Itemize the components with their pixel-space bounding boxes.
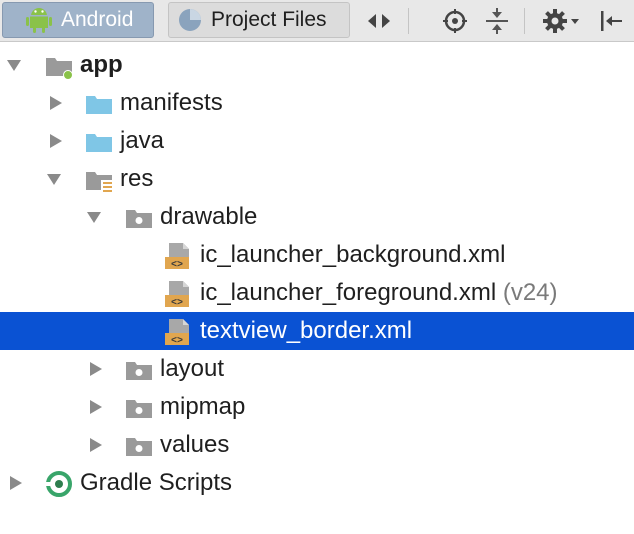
gradle-icon (46, 471, 72, 497)
hide-panel-icon (601, 11, 622, 31)
xml-file-icon: <> (165, 243, 189, 270)
project-files-tab-label: Project Files (211, 8, 327, 31)
collapsed-arrow-icon[interactable] (88, 437, 104, 453)
toolbar-separator (408, 8, 409, 34)
settings-button[interactable] (540, 6, 584, 36)
tree-label-gradle-scripts: Gradle Scripts (80, 469, 233, 496)
tree-label-java: java (120, 127, 165, 154)
xml-file-icon: <> (165, 319, 189, 346)
tree-item-ic-launcher-foreground[interactable]: <> ic_launcher_foreground.xml (v24) (0, 274, 634, 312)
android-view-tab[interactable]: Android (2, 2, 154, 38)
collapsed-arrow-icon[interactable] (8, 475, 24, 491)
tree-item-java[interactable]: java (0, 122, 634, 160)
gear-icon (543, 9, 579, 33)
expanded-arrow-icon[interactable] (46, 171, 62, 187)
target-icon (443, 9, 467, 33)
project-toolbar: Android Project Files (0, 0, 634, 42)
tree-label-drawable: drawable (160, 203, 258, 230)
package-folder-icon (126, 400, 152, 418)
tree-label-ic-launcher-foreground: ic_launcher_foreground.xml (v24) (200, 279, 558, 307)
collapsed-arrow-icon[interactable] (48, 95, 64, 111)
scroll-from-source-button[interactable] (440, 6, 470, 36)
tree-item-manifests[interactable]: manifests (0, 84, 634, 122)
expanded-arrow-icon[interactable] (86, 209, 102, 225)
tree-label-ic-launcher-background: ic_launcher_background.xml (200, 241, 506, 268)
tree-label-manifests: manifests (120, 89, 223, 116)
tree-label-app: app (80, 51, 123, 78)
file-name: ic_launcher_foreground.xml (200, 279, 497, 306)
collapse-all-icon (486, 8, 508, 34)
collapsed-arrow-icon[interactable] (88, 399, 104, 415)
collapse-all-button[interactable] (482, 6, 512, 36)
android-tab-label: Android (61, 8, 134, 31)
svg-text:<>: <> (171, 260, 183, 270)
tree-item-ic-launcher-background[interactable]: <> ic_launcher_background.xml (0, 236, 634, 274)
tree-item-values[interactable]: values (0, 426, 634, 464)
tree-label-res: res (120, 165, 154, 192)
package-folder-icon (126, 362, 152, 380)
module-folder-icon (46, 58, 73, 80)
expanded-arrow-icon[interactable] (6, 57, 22, 73)
resources-folder-icon (86, 172, 113, 193)
left-right-arrows-icon (368, 14, 390, 28)
svg-text:<>: <> (171, 336, 183, 346)
tree-item-layout[interactable]: layout (0, 350, 634, 388)
xml-file-icon: <> (165, 281, 189, 308)
source-folder-icon (86, 96, 112, 114)
source-folder-icon (86, 134, 112, 152)
collapsed-arrow-icon[interactable] (88, 361, 104, 377)
project-files-tab[interactable]: Project Files (168, 2, 350, 38)
tree-item-mipmap[interactable]: mipmap (0, 388, 634, 426)
collapsed-arrow-icon[interactable] (48, 133, 64, 149)
project-files-icon (179, 9, 201, 31)
qualifier-suffix: (v24) (502, 279, 558, 306)
tree-label-mipmap: mipmap (160, 393, 246, 420)
package-folder-icon (126, 210, 152, 228)
tree-label-values: values (160, 431, 230, 458)
tree-label-textview-border: textview_border.xml (200, 317, 413, 344)
tree-item-drawable[interactable]: drawable (0, 198, 634, 236)
tree-item-textview-border[interactable]: <> textview_border.xml (0, 312, 634, 350)
tree-item-app[interactable]: app (0, 46, 634, 84)
collapse-expand-button[interactable] (364, 6, 394, 36)
hide-panel-button[interactable] (596, 6, 626, 36)
android-icon (26, 8, 52, 33)
package-folder-icon (126, 438, 152, 456)
toolbar-separator-2 (524, 8, 525, 34)
tree-item-res[interactable]: res (0, 160, 634, 198)
svg-text:<>: <> (171, 298, 183, 308)
tree-label-layout: layout (160, 355, 225, 382)
tree-item-gradle-scripts[interactable]: Gradle Scripts (0, 464, 634, 502)
